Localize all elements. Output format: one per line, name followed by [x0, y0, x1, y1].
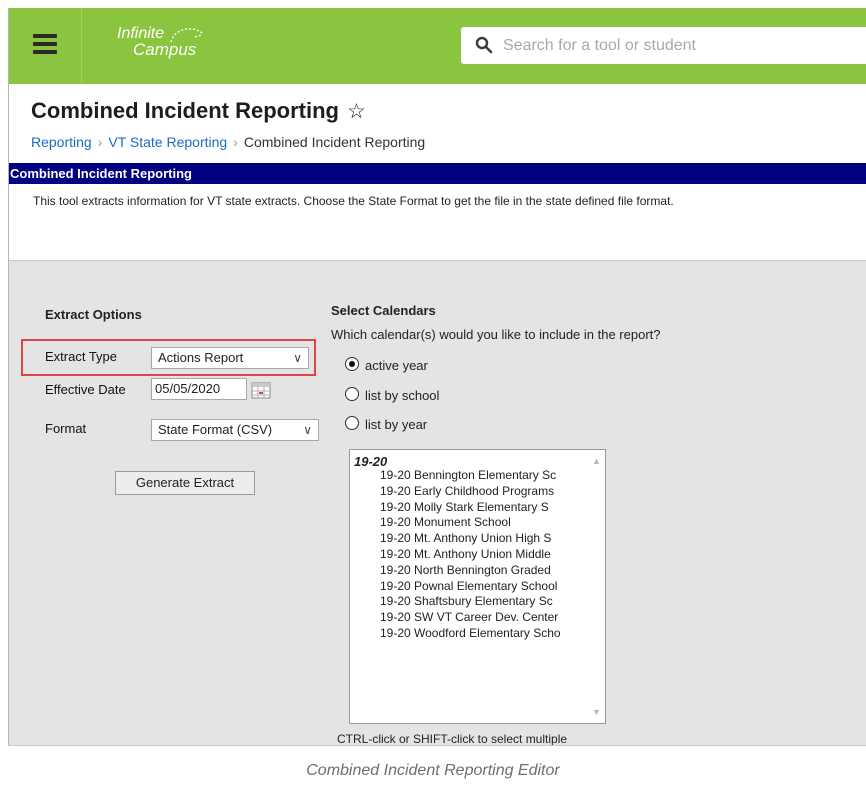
search-input[interactable]	[501, 33, 855, 59]
calendar-option[interactable]: 19-20 Pownal Elementary School	[380, 579, 561, 595]
breadcrumb: Reporting › VT State Reporting › Combined In…	[31, 134, 425, 150]
radio-label: list by school	[365, 388, 440, 403]
radio-selected-icon	[345, 357, 359, 371]
star-icon[interactable]: ☆	[347, 100, 366, 123]
page-title-text: Combined Incident Reporting	[31, 98, 339, 123]
menu-icon[interactable]	[33, 34, 57, 54]
calendar-option[interactable]: 19-20 Mt. Anthony Union High S	[380, 531, 561, 547]
calendar-option[interactable]: 19-20 Mt. Anthony Union Middle	[380, 547, 561, 563]
extract-type-label: Extract Type	[45, 349, 118, 364]
page-title: Combined Incident Reporting ☆	[31, 98, 366, 124]
section-titlebar: Combined Incident Reporting	[9, 163, 866, 184]
calendar-option[interactable]: 19-20 Shaftsbury Elementary Sc	[380, 594, 561, 610]
search-box[interactable]	[461, 27, 866, 64]
multi-select-hint: CTRL-click or SHIFT-click to select mult…	[337, 732, 568, 746]
radio-label: active year	[365, 358, 428, 373]
calendar-option[interactable]: 19-20 North Bennington Graded	[380, 563, 561, 579]
extract-options-heading: Extract Options	[45, 307, 142, 322]
calendars-question: Which calendar(s) would you like to incl…	[331, 327, 661, 342]
calendar-option[interactable]: 19-20 Early Childhood Programs	[380, 484, 561, 500]
effective-date-label: Effective Date	[45, 382, 126, 397]
chevron-down-icon: ∨	[293, 351, 302, 365]
radio-active-year[interactable]: active year	[345, 355, 525, 375]
extract-type-value: Actions Report	[158, 350, 244, 365]
radio-unselected-icon	[345, 387, 359, 401]
effective-date-field[interactable]: 05/05/2020	[151, 378, 247, 400]
screenshot-frame: Infinite Campus Combined Incident Report…	[8, 8, 866, 746]
breadcrumb-vt-state-reporting[interactable]: VT State Reporting	[108, 134, 227, 150]
format-select[interactable]: State Format (CSV) ∨	[151, 419, 319, 441]
logo[interactable]: Infinite Campus	[117, 26, 203, 58]
radio-label: list by year	[365, 417, 428, 432]
radio-unselected-icon	[345, 416, 359, 430]
calendar-option[interactable]: 19-20 Molly Stark Elementary S	[380, 500, 561, 516]
radio-list-by-year[interactable]: list by year	[345, 414, 525, 434]
listbox-scrollbar[interactable]: ▲ ▼	[588, 450, 605, 723]
topbar-divider	[81, 8, 82, 84]
calendar-option[interactable]: 19-20 Bennington Elementary Sc	[380, 468, 561, 484]
calendar-options: 19-20 Bennington Elementary Sc 19-20 Ear…	[380, 468, 561, 642]
logo-swoosh-icon	[170, 28, 203, 43]
chevron-right-icon: ›	[97, 134, 103, 150]
scroll-up-icon[interactable]: ▲	[592, 456, 601, 466]
figure-caption: Combined Incident Reporting Editor	[306, 762, 560, 779]
generate-extract-button[interactable]: Generate Extract	[115, 471, 255, 495]
tool-description: This tool extracts information for VT st…	[33, 194, 674, 208]
top-bar: Infinite Campus	[9, 8, 866, 84]
calendar-option[interactable]: 19-20 Woodford Elementary Scho	[380, 626, 561, 642]
screenshot-bottom-border	[8, 745, 866, 746]
breadcrumb-reporting[interactable]: Reporting	[31, 134, 92, 150]
radio-list-by-school[interactable]: list by school	[345, 385, 525, 405]
calendar-icon[interactable]	[251, 381, 271, 399]
search-icon	[475, 36, 493, 54]
editor-panel: Extract Options Extract Type Actions Rep…	[9, 260, 866, 746]
extract-type-select[interactable]: Actions Report ∨	[151, 347, 309, 369]
calendar-listbox[interactable]: 19-20 19-20 Bennington Elementary Sc 19-…	[349, 449, 606, 724]
scroll-down-icon[interactable]: ▼	[592, 707, 601, 717]
format-label: Format	[45, 421, 87, 436]
calendar-group-label: 19-20	[354, 454, 388, 469]
breadcrumb-current: Combined Incident Reporting	[243, 134, 426, 150]
calendar-option[interactable]: 19-20 Monument School	[380, 515, 561, 531]
chevron-down-icon: ∨	[303, 423, 312, 437]
calendar-option[interactable]: 19-20 SW VT Career Dev. Center	[380, 610, 561, 626]
format-value: State Format (CSV)	[158, 422, 273, 437]
select-calendars-heading: Select Calendars	[331, 303, 436, 318]
chevron-right-icon: ›	[233, 134, 238, 150]
